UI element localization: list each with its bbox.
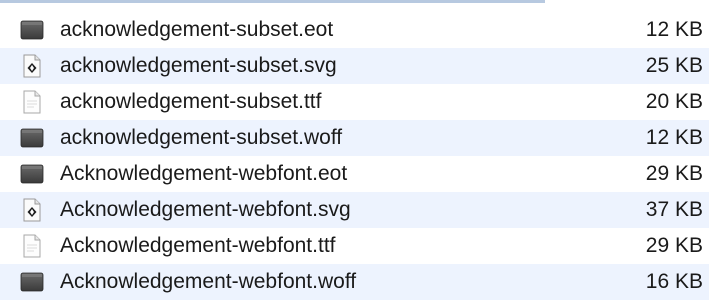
file-size: 20 KB bbox=[645, 90, 703, 113]
file-name: Acknowledgement-webfont.ttf bbox=[60, 234, 336, 257]
file-row[interactable]: acknowledgement-subset.woff 12 KB bbox=[0, 120, 709, 156]
file-name: acknowledgement-subset.eot bbox=[60, 18, 334, 41]
file-row[interactable]: Acknowledgement-webfont.ttf 29 KB bbox=[0, 228, 709, 264]
file-name: acknowledgement-subset.svg bbox=[60, 54, 337, 77]
dark-document-icon bbox=[20, 126, 44, 150]
dark-document-icon bbox=[20, 18, 44, 42]
file-row[interactable]: Acknowledgement-webfont.woff 16 KB bbox=[0, 264, 709, 300]
file-size: 29 KB bbox=[645, 162, 703, 185]
file-row[interactable]: acknowledgement-subset.ttf 20 KB bbox=[0, 84, 709, 120]
file-size: 37 KB bbox=[645, 198, 703, 221]
file-name: acknowledgement-subset.ttf bbox=[60, 90, 322, 113]
file-name: Acknowledgement-webfont.eot bbox=[60, 162, 348, 185]
file-row[interactable]: acknowledgement-subset.svg 25 KB bbox=[0, 48, 709, 84]
file-size: 16 KB bbox=[645, 270, 703, 293]
file-row[interactable]: Acknowledgement-webfont.svg 37 KB bbox=[0, 192, 709, 228]
file-size: 25 KB bbox=[645, 54, 703, 77]
blank-document-icon bbox=[20, 90, 44, 114]
file-rows: acknowledgement-subset.eot 12 KB acknowl… bbox=[0, 12, 709, 300]
file-row[interactable]: acknowledgement-subset.eot 12 KB bbox=[0, 12, 709, 48]
svg-document-icon bbox=[20, 54, 44, 78]
dark-document-icon bbox=[20, 162, 44, 186]
file-row[interactable]: Acknowledgement-webfont.eot 29 KB bbox=[0, 156, 709, 192]
file-name: Acknowledgement-webfont.woff bbox=[60, 270, 357, 293]
file-name: Acknowledgement-webfont.svg bbox=[60, 198, 351, 221]
file-name: acknowledgement-subset.woff bbox=[60, 126, 343, 149]
file-size: 12 KB bbox=[645, 126, 703, 149]
column-divider bbox=[0, 0, 545, 3]
file-list: acknowledgement-subset.eot 12 KB acknowl… bbox=[0, 0, 709, 301]
file-size: 12 KB bbox=[645, 18, 703, 41]
svg-document-icon bbox=[20, 198, 44, 222]
dark-document-icon bbox=[20, 270, 44, 294]
file-size: 29 KB bbox=[645, 234, 703, 257]
blank-document-icon bbox=[20, 234, 44, 258]
